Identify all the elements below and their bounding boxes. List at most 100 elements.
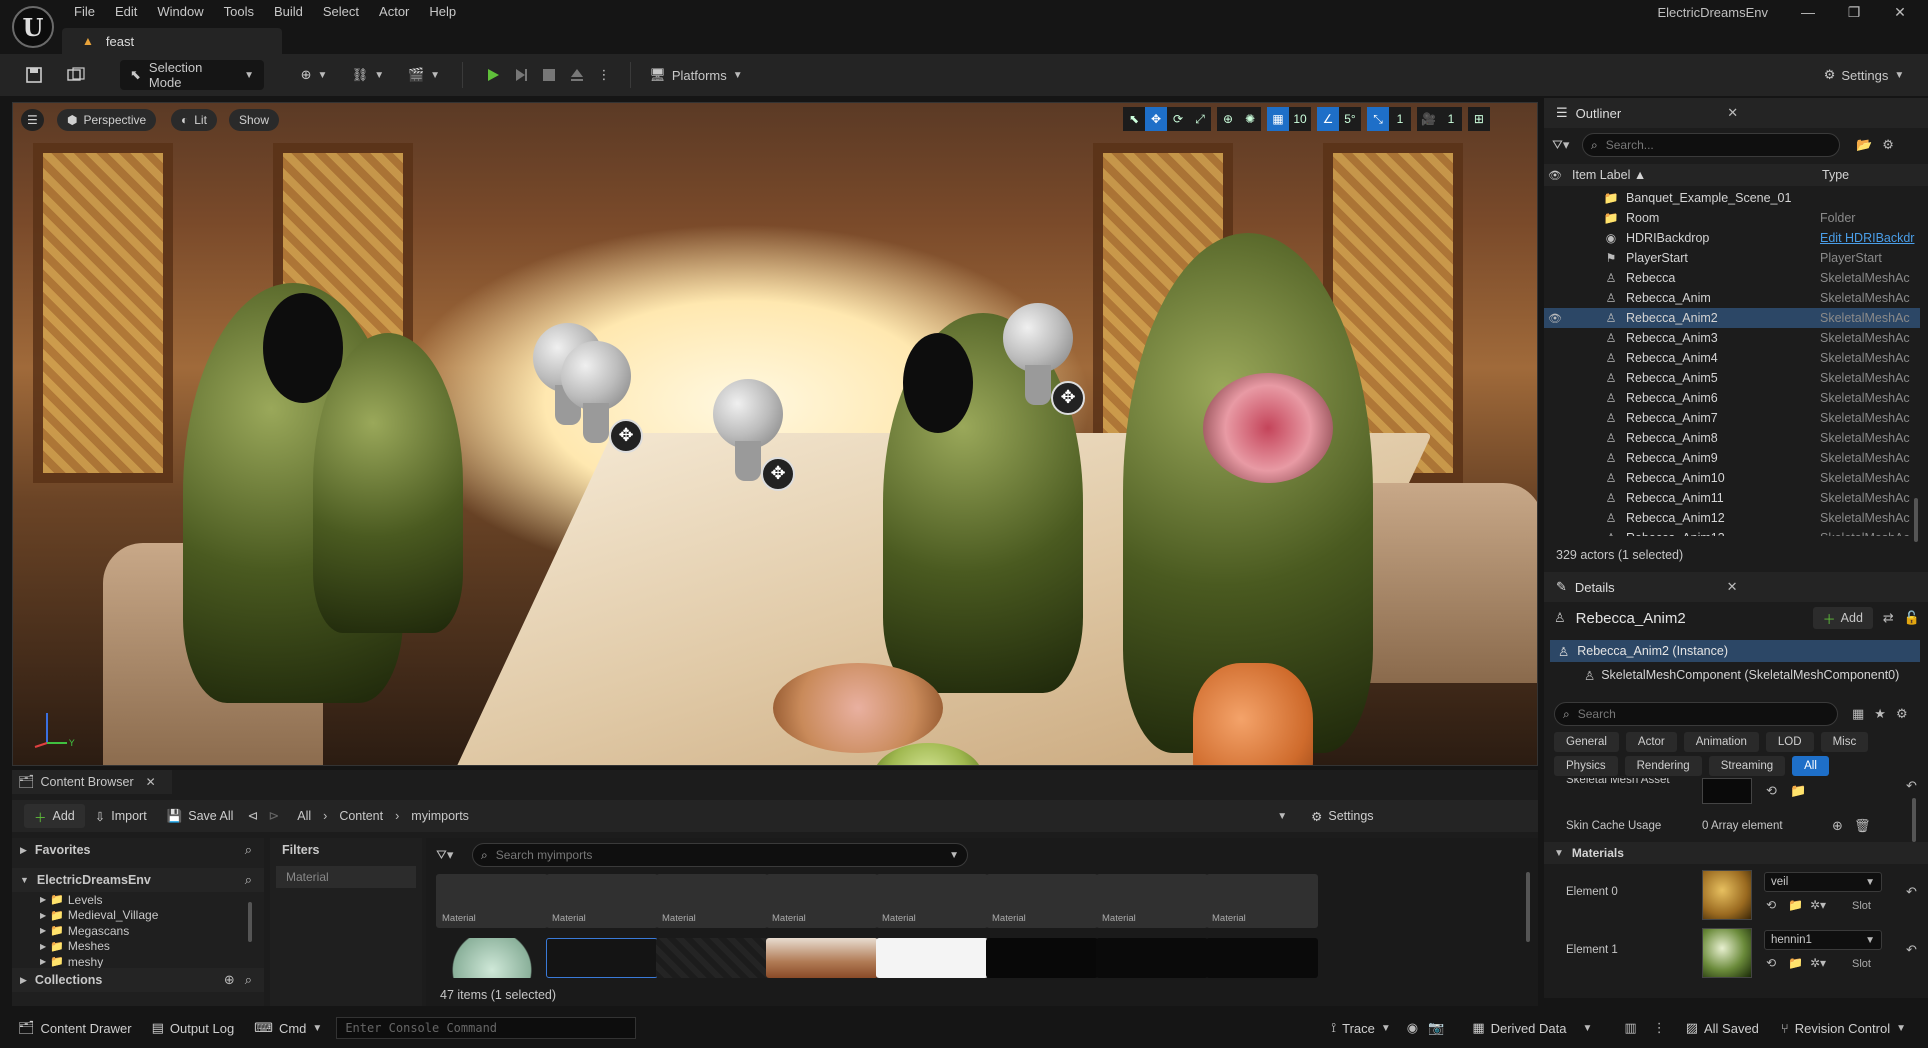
viewport-menu-button[interactable]: ☰ — [21, 109, 44, 131]
point-light-icon[interactable]: ✥ — [1003, 303, 1085, 415]
details-scrollbar[interactable] — [1912, 798, 1916, 842]
revert-icon[interactable]: ↶ — [1906, 884, 1917, 900]
menu-edit[interactable]: Edit — [105, 0, 147, 24]
breadcrumb-item[interactable]: Content — [339, 809, 383, 823]
scale-snap-icon[interactable]: ⤡ — [1367, 107, 1389, 131]
outliner-row[interactable]: ♙ Rebecca SkeletalMeshAc — [1544, 268, 1920, 288]
level-viewport[interactable]: ✥ ✥ ✥ ☰ ⬢ Perspective ◐ Lit Show ⬉ ✥ ⟳ ⤢… — [12, 102, 1538, 766]
save-icon[interactable] — [20, 60, 48, 90]
path-chevron-icon[interactable]: ▼ — [1277, 811, 1287, 822]
outliner-row[interactable]: ◉ HDRIBackdrop Edit HDRIBackdr — [1544, 228, 1920, 248]
step-button[interactable] — [508, 60, 534, 90]
asset-tile[interactable]: Material — [766, 874, 878, 928]
add-actor-button[interactable]: ⊕ ▼ — [294, 60, 334, 90]
camera-speed-icon[interactable]: 🎥 — [1417, 107, 1440, 131]
close-icon[interactable]: ✕ — [1727, 105, 1738, 121]
material-dropdown[interactable]: veil ▼ — [1764, 872, 1882, 892]
content-drawer-button[interactable]: 🗂 Content Drawer — [10, 1015, 140, 1041]
lit-button[interactable]: ◐ Lit — [171, 109, 217, 131]
outliner-row[interactable]: ♙ Rebecca_Anim10 SkeletalMeshAc — [1544, 468, 1920, 488]
outliner-row[interactable]: ⚑ PlayerStart PlayerStart — [1544, 248, 1920, 268]
scale-snap-value[interactable]: 1 — [1389, 107, 1411, 131]
reset-arrow-icon[interactable]: ⟲ — [1766, 783, 1777, 799]
minimize-icon[interactable]: — — [1788, 0, 1828, 24]
world-space-icon[interactable]: ⊕ — [1217, 107, 1239, 131]
point-light-icon[interactable]: ✥ — [561, 341, 643, 453]
material-dropdown[interactable]: hennin1 ▼ — [1764, 930, 1882, 950]
col-type[interactable]: Type — [1816, 168, 1849, 182]
outliner-row[interactable]: 📁 Banquet_Example_Scene_01 — [1544, 188, 1920, 208]
reset-arrow-icon[interactable]: ⟲ — [1766, 956, 1776, 970]
options-icon[interactable]: ✲▾ — [1810, 956, 1826, 970]
reset-arrow-icon[interactable]: ⟲ — [1766, 898, 1776, 912]
asset-thumbnail[interactable] — [1206, 938, 1318, 978]
rotation-snap-value[interactable]: 5° — [1339, 107, 1361, 131]
materials-section-header[interactable]: ▼ Materials — [1544, 842, 1928, 864]
derived-data-dropdown[interactable]: ▦ Derived Data ▼ — [1464, 1015, 1600, 1041]
filter-chip-all[interactable]: All — [1792, 756, 1829, 776]
surface-snap-icon[interactable]: ✺ — [1239, 107, 1261, 131]
asset-thumbnail[interactable] — [656, 938, 768, 978]
outliner-row[interactable]: 👁 ♙ Rebecca_Anim2 SkeletalMeshAc — [1544, 308, 1920, 328]
search-icon[interactable]: ⌕ — [245, 972, 252, 988]
grid-size-value[interactable]: 10 — [1289, 107, 1311, 131]
grid-snap-icon[interactable]: ▦ — [1267, 107, 1289, 131]
rotation-snap-icon[interactable]: ∠ — [1317, 107, 1339, 131]
menu-build[interactable]: Build — [264, 0, 313, 24]
details-search-input[interactable]: ⌕ Search — [1554, 702, 1838, 726]
unreal-logo-icon[interactable]: U — [12, 6, 54, 48]
close-icon[interactable]: ✕ — [146, 775, 156, 789]
cb-save-all-button[interactable]: 💾 Save All — [157, 804, 244, 828]
menu-file[interactable]: File — [64, 0, 105, 24]
outliner-row[interactable]: ♙ Rebecca_Anim SkeletalMeshAc — [1544, 288, 1920, 308]
outliner-item-type[interactable]: Edit HDRIBackdr — [1814, 231, 1920, 245]
browse-level-icon[interactable] — [62, 60, 90, 90]
kebab-icon[interactable]: ⋮ — [1653, 1020, 1666, 1036]
folder-item[interactable]: ▶ 📁 Levels — [40, 892, 264, 908]
add-component-button[interactable]: ＋ Add — [1812, 607, 1873, 629]
all-saved-button[interactable]: ▨ All Saved — [1678, 1015, 1767, 1041]
menu-tools[interactable]: Tools — [214, 0, 264, 24]
trash-icon[interactable]: 🗑 — [1854, 818, 1871, 834]
filter-chip-animation[interactable]: Animation — [1683, 732, 1759, 752]
outliner-row[interactable]: ♙ Rebecca_Anim9 SkeletalMeshAc — [1544, 448, 1920, 468]
filter-material-item[interactable]: Material — [276, 866, 416, 888]
outliner-row[interactable]: ♙ Rebecca_Anim6 SkeletalMeshAc — [1544, 388, 1920, 408]
asset-tile[interactable]: Material — [546, 874, 658, 928]
play-button[interactable] — [480, 60, 506, 90]
col-item-label[interactable]: Item Label ▲ — [1566, 168, 1816, 182]
filter-chip-general[interactable]: General — [1554, 732, 1619, 752]
filter-chip-physics[interactable]: Physics — [1554, 756, 1618, 776]
revert-icon[interactable]: ↶ — [1906, 778, 1917, 794]
close-icon[interactable]: ✕ — [1727, 579, 1738, 595]
filter-chip-lod[interactable]: LOD — [1765, 732, 1814, 752]
outliner-search-input[interactable]: ⌕ Search... — [1582, 133, 1840, 157]
component-instance-row[interactable]: ♙ Rebecca_Anim2 (Instance) — [1550, 640, 1920, 662]
project-header[interactable]: ▼ ElectricDreamsEnv ⌕ — [12, 868, 264, 892]
add-element-icon[interactable]: ⊕ — [1832, 818, 1843, 834]
browse-icon[interactable]: 📁 — [1788, 898, 1803, 912]
asset-thumbnail[interactable] — [876, 938, 988, 978]
outliner-row[interactable]: ♙ Rebecca_Anim12 SkeletalMeshAc — [1544, 508, 1920, 528]
forward-icon[interactable]: ⊳ — [268, 808, 279, 824]
outliner-row[interactable]: ♙Rebecca_Anim13SkeletalMeshAc — [1544, 528, 1920, 536]
outliner-row[interactable]: ♙ Rebecca_Anim7 SkeletalMeshAc — [1544, 408, 1920, 428]
asset-thumbnail[interactable] — [766, 938, 878, 978]
blueprint-convert-icon[interactable]: ⇄ — [1883, 610, 1894, 626]
search-icon[interactable]: ⌕ — [245, 872, 252, 888]
settings-dropdown[interactable]: ⚙ Settings ▼ — [1818, 60, 1910, 90]
revert-icon[interactable]: ↶ — [1906, 942, 1917, 958]
cmd-dropdown[interactable]: ⌨ Cmd ▼ — [246, 1015, 330, 1041]
camera-speed-value[interactable]: 1 — [1439, 107, 1462, 131]
asset-scrollbar[interactable] — [1526, 872, 1530, 942]
star-icon[interactable]: ★ — [1874, 706, 1886, 722]
filter-chip-actor[interactable]: Actor — [1625, 732, 1677, 752]
scale-tool-icon[interactable]: ⤢ — [1189, 107, 1211, 131]
filter-icon[interactable]: ⛛▾ — [436, 847, 472, 863]
screenshot-icon[interactable]: 📷 — [1428, 1020, 1444, 1036]
filter-chip-misc[interactable]: Misc — [1820, 732, 1869, 752]
stats-icon[interactable]: ▥ — [1624, 1020, 1636, 1036]
stop-button[interactable] — [536, 60, 562, 90]
browse-icon[interactable]: 📁 — [1788, 956, 1803, 970]
outliner-scrollbar[interactable] — [1914, 498, 1918, 542]
